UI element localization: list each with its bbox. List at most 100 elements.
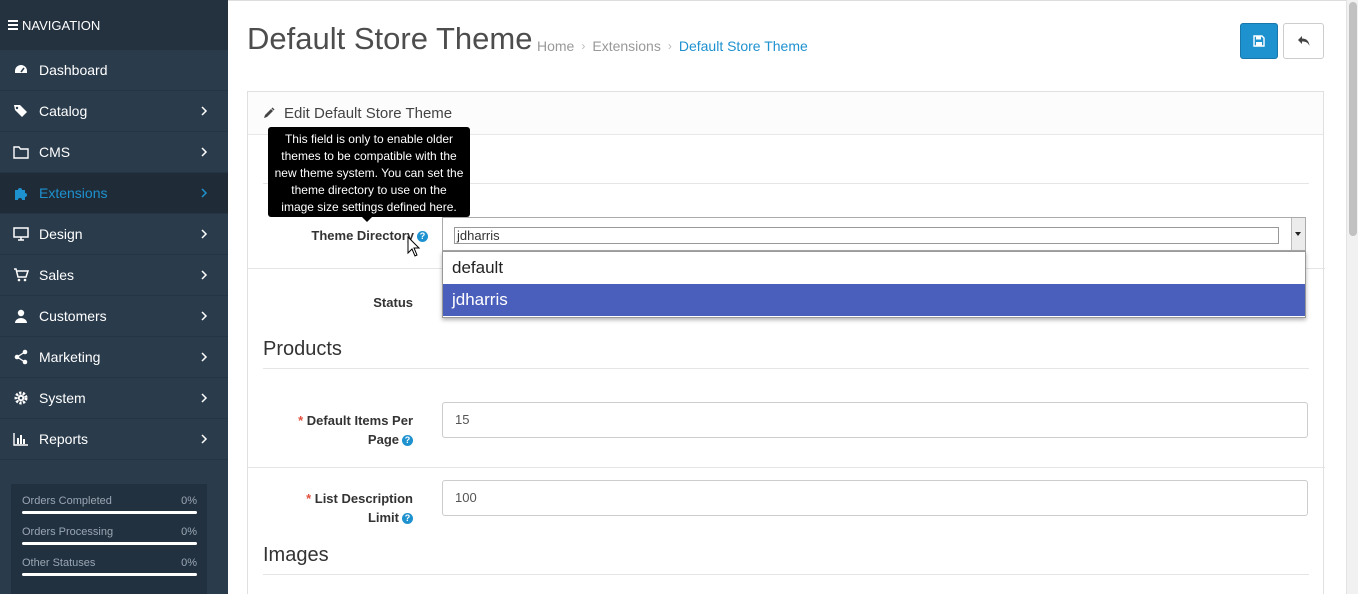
hamburger-icon <box>8 18 18 32</box>
images-section-title: Images <box>263 544 329 566</box>
chevron-right-icon <box>201 106 208 116</box>
sidebar-item-marketing[interactable]: Marketing <box>0 337 228 378</box>
sidebar-item-sales[interactable]: Sales <box>0 255 228 296</box>
chevron-right-icon <box>201 147 208 157</box>
dashboard-icon <box>12 62 30 78</box>
theme-directory-select[interactable]: jdharris <box>442 217 1306 251</box>
order-stats: Orders Completed 0% Orders Processing 0% Oth… <box>11 484 207 594</box>
stat-label: Other Statuses <box>22 557 96 569</box>
sidebar-item-reports[interactable]: Reports <box>0 419 228 460</box>
description-limit-label-line2: Limit <box>367 510 399 525</box>
products-section-title: Products <box>263 338 342 360</box>
required-mark: * <box>298 413 304 428</box>
stat-value: 0% <box>181 495 197 507</box>
folder-icon <box>12 144 30 160</box>
sidebar-item-label: Reports <box>39 431 89 447</box>
sidebar-item-label: Catalog <box>39 103 88 119</box>
stat-item: Orders Processing 0% <box>22 526 197 545</box>
cart-icon <box>12 267 30 283</box>
items-per-page-label-line2: Page <box>367 432 399 447</box>
gear-icon <box>12 390 30 406</box>
scrollbar-thumb[interactable] <box>1349 2 1357 236</box>
sidebar: NAVIGATION Dashboard Catalog CMS Extensions… <box>0 0 228 594</box>
bar-chart-icon <box>12 431 30 447</box>
description-limit-input[interactable]: 100 <box>442 480 1308 516</box>
pencil-icon <box>264 107 275 118</box>
chevron-right-icon <box>201 352 208 362</box>
stat-progress-bar <box>22 542 197 545</box>
dropdown-option[interactable]: jdharris <box>443 284 1305 316</box>
theme-directory-value: jdharris <box>454 227 1279 244</box>
items-per-page-label-line1: Default Items Per <box>306 413 413 428</box>
sidebar-item-extensions[interactable]: Extensions <box>0 173 228 214</box>
stat-label: Orders Processing <box>22 526 114 538</box>
breadcrumb-extensions[interactable]: Extensions <box>592 38 660 54</box>
divider <box>263 574 1309 575</box>
page-title: Default Store Theme <box>247 21 533 56</box>
breadcrumb-separator-icon: › <box>581 39 586 53</box>
sidebar-item-label: Design <box>39 226 83 242</box>
share-icon <box>12 349 30 365</box>
breadcrumb-current[interactable]: Default Store Theme <box>679 38 808 54</box>
theme-directory-dropdown: default jdharris <box>442 251 1306 318</box>
sidebar-item-label: Extensions <box>39 185 108 201</box>
nav-title: NAVIGATION <box>22 17 101 33</box>
stat-label: Orders Completed <box>22 495 112 507</box>
status-label: Status <box>373 295 413 310</box>
dropdown-option[interactable]: default <box>443 252 1305 284</box>
mouse-cursor-icon <box>407 236 421 257</box>
sidebar-item-system[interactable]: System <box>0 378 228 419</box>
user-icon <box>12 308 30 324</box>
items-per-page-label: * Default Items Per Page? <box>268 411 413 449</box>
panel-heading-text: Edit Default Store Theme <box>284 104 453 122</box>
chevron-right-icon <box>201 188 208 198</box>
help-icon[interactable]: ? <box>402 435 413 447</box>
sidebar-item-design[interactable]: Design <box>0 214 228 255</box>
sidebar-item-cms[interactable]: CMS <box>0 132 228 173</box>
divider <box>263 368 1309 369</box>
dropdown-arrow-icon[interactable] <box>1291 218 1305 250</box>
sidebar-item-dashboard[interactable]: Dashboard <box>0 50 228 91</box>
sidebar-item-catalog[interactable]: Catalog <box>0 91 228 132</box>
sidebar-item-label: Sales <box>39 267 75 283</box>
items-per-page-input[interactable]: 15 <box>442 402 1308 438</box>
theme-directory-label: Theme Directory? <box>268 226 428 245</box>
edit-panel: Edit Default Store Theme Theme Directory… <box>247 91 1325 594</box>
chevron-right-icon <box>201 270 208 280</box>
save-button[interactable] <box>1240 23 1278 59</box>
chevron-right-icon <box>201 434 208 444</box>
nav-menu: Dashboard Catalog CMS Extensions Design Sales… <box>0 50 228 460</box>
main-content: Default Store Theme Home › Extensions › … <box>228 0 1346 594</box>
help-icon[interactable]: ? <box>402 513 413 525</box>
stat-item: Other Statuses 0% <box>22 557 197 576</box>
sidebar-item-label: System <box>39 390 86 406</box>
sidebar-item-label: CMS <box>39 144 71 160</box>
chevron-right-icon <box>201 229 208 239</box>
desktop-icon <box>12 226 30 242</box>
nav-header[interactable]: NAVIGATION <box>0 0 228 50</box>
page-header: Default Store Theme Home › Extensions › … <box>228 1 1346 81</box>
back-button[interactable] <box>1283 23 1324 59</box>
stat-value: 0% <box>181 557 197 569</box>
description-limit-label: * List Description Limit? <box>268 489 413 527</box>
scrollbar[interactable] <box>1346 0 1358 594</box>
stat-progress-bar <box>22 573 197 576</box>
sidebar-item-label: Customers <box>39 308 107 324</box>
breadcrumb-separator-icon: › <box>667 39 672 53</box>
breadcrumb: Home › Extensions › Default Store Theme <box>537 38 808 54</box>
sidebar-item-customers[interactable]: Customers <box>0 296 228 337</box>
theme-directory-label-text: Theme Directory <box>311 228 414 243</box>
breadcrumb-home[interactable]: Home <box>537 38 574 54</box>
save-icon <box>1253 35 1265 47</box>
divider <box>248 467 1325 468</box>
puzzle-icon <box>12 185 30 201</box>
chevron-right-icon <box>201 311 208 321</box>
description-limit-label-line1: List Description <box>314 491 413 506</box>
stat-progress-bar <box>22 511 197 514</box>
stat-item: Orders Completed 0% <box>22 495 197 514</box>
chevron-right-icon <box>201 393 208 403</box>
reply-icon <box>1297 36 1309 46</box>
stat-value: 0% <box>181 526 197 538</box>
sidebar-item-label: Dashboard <box>39 62 108 78</box>
required-mark: * <box>306 491 312 506</box>
